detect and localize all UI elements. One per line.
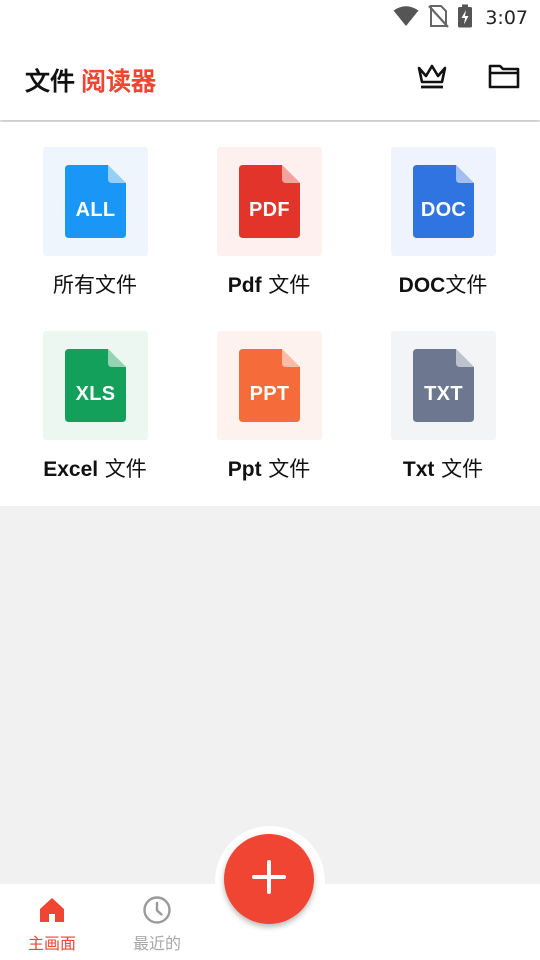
file-type-label: Pdf 文件 xyxy=(174,269,364,299)
status-time: 3:07 xyxy=(485,7,528,29)
status-icons: 3:07 xyxy=(393,4,528,32)
file-type-txt[interactable]: TXT Txt 文件 xyxy=(348,306,522,481)
file-badge: DOC xyxy=(420,199,467,221)
file-type-label-zh: 文件 xyxy=(268,457,311,481)
pdf-file-icon: PDF xyxy=(239,165,300,238)
xls-file-icon: XLS xyxy=(65,349,126,422)
file-type-label: 所有文件 xyxy=(0,269,190,299)
file-type-label-en: Txt xyxy=(402,458,435,481)
txt-file-icon: TXT xyxy=(413,349,474,422)
file-type-label: Ppt 文件 xyxy=(174,453,364,483)
folder-icon xyxy=(488,62,520,94)
file-type-label-en: Excel xyxy=(43,458,99,481)
file-type-excel[interactable]: XLS Excel 文件 xyxy=(0,306,174,481)
wifi-icon xyxy=(393,5,419,31)
file-badge: PDF xyxy=(249,199,290,221)
nav-recent-label: 最近的 xyxy=(132,934,181,953)
crown-icon xyxy=(416,61,448,95)
file-type-ppt[interactable]: PPT Ppt 文件 xyxy=(174,306,348,481)
battery-charging-icon xyxy=(457,4,473,32)
file-type-label: Excel 文件 xyxy=(0,453,190,483)
plus-icon xyxy=(252,860,286,898)
file-type-grid: ALL 所有文件 PDF Pdf 文件 DOC DOC文件 XLS Excel … xyxy=(0,122,540,506)
file-badge: ALL xyxy=(75,199,116,221)
file-type-label-zh: 文件 xyxy=(445,273,488,297)
home-icon xyxy=(38,896,66,924)
file-badge: TXT xyxy=(424,383,463,405)
file-type-label-en: Pdf xyxy=(227,274,262,297)
file-badge: XLS xyxy=(75,383,116,405)
file-type-label-en: DOC xyxy=(398,274,446,297)
file-type-label: DOC文件 xyxy=(348,269,538,299)
all-file-icon: ALL xyxy=(65,165,126,238)
app-title-main: 文件 xyxy=(25,67,76,96)
file-type-all[interactable]: ALL 所有文件 xyxy=(0,122,174,297)
nav-recent[interactable]: 最近的 xyxy=(105,884,209,960)
app-title: 文件 阅读器 xyxy=(25,62,156,98)
folder-button[interactable] xyxy=(486,60,522,96)
file-type-doc[interactable]: DOC DOC文件 xyxy=(348,122,522,297)
status-bar: 3:07 xyxy=(0,0,540,36)
file-type-pdf[interactable]: PDF Pdf 文件 xyxy=(174,122,348,297)
nav-home-label: 主画面 xyxy=(27,934,76,953)
premium-button[interactable] xyxy=(414,60,450,96)
app-bar: 文件 阅读器 xyxy=(0,36,540,120)
ppt-file-icon: PPT xyxy=(239,349,300,422)
app-title-accent: 阅读器 xyxy=(81,67,157,96)
add-button[interactable] xyxy=(224,834,314,924)
file-badge: PPT xyxy=(249,383,290,405)
file-type-label: Txt 文件 xyxy=(348,453,538,483)
nav-home[interactable]: 主画面 xyxy=(0,884,104,960)
no-sim-icon xyxy=(427,4,450,32)
doc-file-icon: DOC xyxy=(413,165,474,238)
file-type-label-zh: 文件 xyxy=(268,273,311,297)
file-type-label-zh: 文件 xyxy=(441,457,484,481)
file-type-label-en: Ppt xyxy=(227,458,262,481)
file-type-label-zh: 所有文件 xyxy=(53,273,137,297)
clock-icon xyxy=(143,896,171,924)
file-type-label-zh: 文件 xyxy=(104,457,147,481)
